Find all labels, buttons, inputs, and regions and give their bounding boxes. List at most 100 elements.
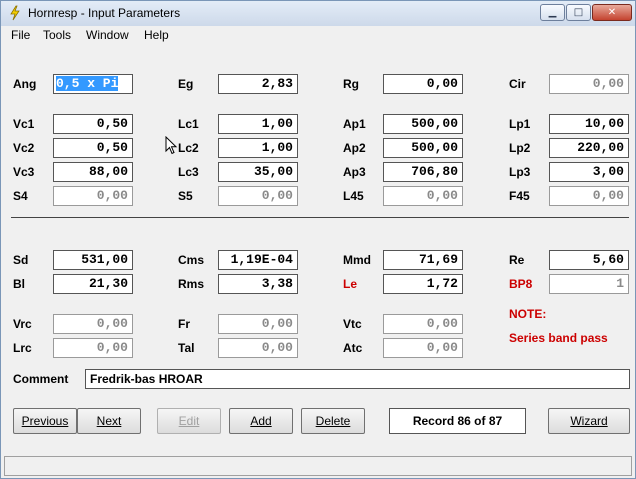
next-button-label: Next xyxy=(96,414,122,428)
record-indicator: Record 86 of 87 xyxy=(389,408,526,434)
param-label-ap1: Ap1 xyxy=(343,117,366,131)
param-input-lp3[interactable]: 3,00 xyxy=(549,162,629,182)
param-label-le: Le xyxy=(343,277,358,291)
wizard-button[interactable]: Wizard xyxy=(548,408,630,434)
delete-button-label: Delete xyxy=(315,414,351,428)
minimize-icon: ▁ xyxy=(548,7,557,18)
param-input-rms[interactable]: 3,38 xyxy=(218,274,298,294)
next-button[interactable]: Next xyxy=(77,408,141,434)
previous-button-label: Previous xyxy=(21,414,69,428)
selected-text: 0,5 x Pi xyxy=(56,76,119,91)
param-label-sd: Sd xyxy=(13,253,29,267)
title-bar[interactable]: Hornresp - Input Parameters ▁ □ ✕ xyxy=(1,1,635,27)
param-label-f45: F45 xyxy=(509,189,530,203)
param-label-ap2: Ap2 xyxy=(343,141,366,155)
param-input-rg[interactable]: 0,00 xyxy=(383,74,463,94)
param-input-lrc[interactable]: 0,00 xyxy=(53,338,133,358)
menu-window[interactable]: Window xyxy=(86,28,129,42)
param-label-bp8: BP8 xyxy=(509,277,533,291)
minimize-button[interactable]: ▁ xyxy=(540,4,565,21)
param-input-ap1[interactable]: 500,00 xyxy=(383,114,463,134)
param-input-s4[interactable]: 0,00 xyxy=(53,186,133,206)
param-input-lc3[interactable]: 35,00 xyxy=(218,162,298,182)
param-label-vrc: Vrc xyxy=(13,317,32,331)
edit-button[interactable]: Edit xyxy=(157,408,221,434)
param-input-lp1[interactable]: 10,00 xyxy=(549,114,629,134)
param-input-bp8[interactable]: 1 xyxy=(549,274,629,294)
param-label-rms: Rms xyxy=(178,277,205,291)
param-label-atc: Atc xyxy=(343,341,363,355)
param-input-f45[interactable]: 0,00 xyxy=(549,186,629,206)
maximize-icon: □ xyxy=(573,7,584,18)
param-input-re[interactable]: 5,60 xyxy=(549,250,629,270)
param-input-vc1[interactable]: 0,50 xyxy=(53,114,133,134)
add-button-label: Add xyxy=(250,414,272,428)
param-label-re: Re xyxy=(509,253,525,267)
param-input-fr[interactable]: 0,00 xyxy=(218,314,298,334)
param-label-fr: Fr xyxy=(178,317,190,331)
input-parameters-form: Ang 0,5 x Pi Eg 2,83 Rg 0,00 Cir 0,00 Vc1 0,50 Lc1… xyxy=(1,44,635,454)
param-input-cir[interactable]: 0,00 xyxy=(549,74,629,94)
param-input-ap3[interactable]: 706,80 xyxy=(383,162,463,182)
param-input-lc1[interactable]: 1,00 xyxy=(218,114,298,134)
param-input-sd[interactable]: 531,00 xyxy=(53,250,133,270)
param-input-ang[interactable]: 0,5 x Pi xyxy=(53,74,133,94)
param-input-tal[interactable]: 0,00 xyxy=(218,338,298,358)
param-input-lp2[interactable]: 220,00 xyxy=(549,138,629,158)
close-button[interactable]: ✕ xyxy=(592,4,632,21)
param-label-lc2: Lc2 xyxy=(178,141,199,155)
maximize-button[interactable]: □ xyxy=(566,4,591,21)
delete-button[interactable]: Delete xyxy=(301,408,365,434)
section-divider xyxy=(11,217,629,218)
param-label-mmd: Mmd xyxy=(343,253,371,267)
param-input-lc2[interactable]: 1,00 xyxy=(218,138,298,158)
app-icon xyxy=(10,5,20,21)
app-window: Hornresp - Input Parameters ▁ □ ✕ File T… xyxy=(0,0,636,479)
add-button[interactable]: Add xyxy=(229,408,293,434)
param-label-lrc: Lrc xyxy=(13,341,32,355)
param-label-cir: Cir xyxy=(509,77,526,91)
menu-bar: File Tools Window Help xyxy=(1,26,635,44)
param-label-tal: Tal xyxy=(178,341,195,355)
status-bar xyxy=(4,456,632,476)
param-input-vrc[interactable]: 0,00 xyxy=(53,314,133,334)
comment-input[interactable]: Fredrik-bas HROAR xyxy=(85,369,630,389)
param-input-eg[interactable]: 2,83 xyxy=(218,74,298,94)
param-input-vtc[interactable]: 0,00 xyxy=(383,314,463,334)
param-label-ap3: Ap3 xyxy=(343,165,366,179)
close-icon: ✕ xyxy=(607,7,617,18)
window-title: Hornresp - Input Parameters xyxy=(28,6,181,20)
param-label-l45: L45 xyxy=(343,189,364,203)
param-label-lp1: Lp1 xyxy=(509,117,531,131)
param-input-bl[interactable]: 21,30 xyxy=(53,274,133,294)
param-input-cms[interactable]: 1,19E-04 xyxy=(218,250,298,270)
param-label-ang: Ang xyxy=(13,77,37,91)
wizard-button-label: Wizard xyxy=(570,414,608,428)
menu-tools[interactable]: Tools xyxy=(43,28,71,42)
param-input-vc2[interactable]: 0,50 xyxy=(53,138,133,158)
menu-help[interactable]: Help xyxy=(144,28,169,42)
param-label-s4: S4 xyxy=(13,189,28,203)
param-label-lc3: Lc3 xyxy=(178,165,199,179)
param-label-vc2: Vc2 xyxy=(13,141,35,155)
param-input-s5[interactable]: 0,00 xyxy=(218,186,298,206)
param-input-mmd[interactable]: 71,69 xyxy=(383,250,463,270)
mouse-cursor-icon xyxy=(165,136,178,155)
menu-file[interactable]: File xyxy=(11,28,30,42)
param-input-vc3[interactable]: 88,00 xyxy=(53,162,133,182)
edit-button-label: Edit xyxy=(178,414,200,428)
param-input-le[interactable]: 1,72 xyxy=(383,274,463,294)
param-label-rg: Rg xyxy=(343,77,359,91)
param-input-l45[interactable]: 0,00 xyxy=(383,186,463,206)
param-label-s5: S5 xyxy=(178,189,193,203)
param-label-vc1: Vc1 xyxy=(13,117,35,131)
param-input-ap2[interactable]: 500,00 xyxy=(383,138,463,158)
note-title: NOTE: xyxy=(509,307,547,321)
comment-label: Comment xyxy=(13,372,69,386)
param-label-lp2: Lp2 xyxy=(509,141,531,155)
note-text: Series band pass xyxy=(509,331,608,345)
param-label-lp3: Lp3 xyxy=(509,165,531,179)
previous-button[interactable]: Previous xyxy=(13,408,77,434)
param-label-vtc: Vtc xyxy=(343,317,362,331)
param-input-atc[interactable]: 0,00 xyxy=(383,338,463,358)
